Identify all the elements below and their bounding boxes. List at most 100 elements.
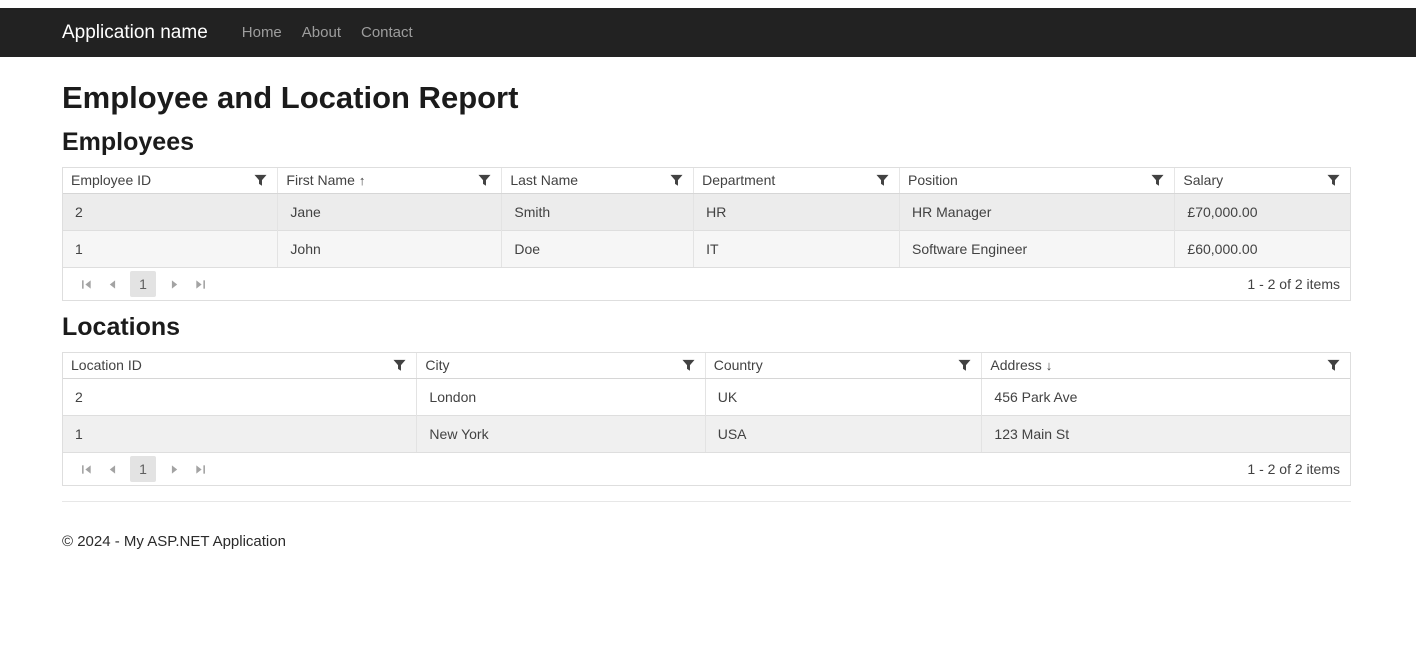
col-header-address[interactable]: Address ↓ <box>982 353 1350 378</box>
col-header-department[interactable]: Department <box>694 168 900 193</box>
locations-header-row: Location ID City <box>63 353 1350 378</box>
filter-button-location-id[interactable] <box>391 358 408 373</box>
col-header-city[interactable]: City <box>417 353 705 378</box>
previous-page-button[interactable] <box>99 271 125 297</box>
cell-salary: £70,000.00 <box>1175 193 1350 230</box>
filter-funnel-icon <box>958 359 971 372</box>
previous-page-button[interactable] <box>99 456 125 482</box>
nav-link-contact[interactable]: Contact <box>351 16 423 49</box>
top-navbar: Application name Home About Contact <box>0 8 1416 57</box>
locations-pager: 1 1 - 2 of 2 items <box>63 452 1350 485</box>
employees-heading: Employees <box>62 128 1351 157</box>
last-page-icon <box>194 278 207 291</box>
cell-city: London <box>417 378 705 415</box>
col-label-last-name: Last Name <box>510 172 578 188</box>
previous-page-icon <box>106 463 119 476</box>
cell-salary: £60,000.00 <box>1175 230 1350 267</box>
sort-ascending-icon: ↑ <box>359 173 366 188</box>
next-page-icon <box>168 463 181 476</box>
cell-country: UK <box>705 378 982 415</box>
filter-funnel-icon <box>670 174 683 187</box>
first-page-button[interactable] <box>73 271 99 297</box>
col-label-country: Country <box>714 357 763 373</box>
cell-first-name: Jane <box>278 193 502 230</box>
navbar-brand[interactable]: Application name <box>62 22 208 44</box>
filter-button-salary[interactable] <box>1325 173 1342 188</box>
filter-funnel-icon <box>1327 174 1340 187</box>
cell-location-id: 2 <box>63 378 417 415</box>
col-label-city: City <box>425 357 449 373</box>
col-label-department: Department <box>702 172 775 188</box>
cell-position: Software Engineer <box>900 230 1175 267</box>
first-page-button[interactable] <box>73 456 99 482</box>
filter-funnel-icon <box>393 359 406 372</box>
first-page-icon <box>80 278 93 291</box>
employees-table-row: 1 John Doe IT Software Engineer £60,000.… <box>63 230 1350 267</box>
col-header-salary[interactable]: Salary <box>1175 168 1350 193</box>
filter-button-city[interactable] <box>680 358 697 373</box>
col-header-first-name[interactable]: First Name ↑ <box>278 168 502 193</box>
filter-button-department[interactable] <box>874 173 891 188</box>
cell-first-name: John <box>278 230 502 267</box>
previous-page-icon <box>106 278 119 291</box>
filter-button-address[interactable] <box>1325 358 1342 373</box>
cell-employee-id: 1 <box>63 230 278 267</box>
filter-button-first-name[interactable] <box>476 173 493 188</box>
filter-funnel-icon <box>682 359 695 372</box>
col-label-location-id: Location ID <box>71 357 142 373</box>
locations-grid: Location ID City <box>62 352 1351 486</box>
employees-pager: 1 1 - 2 of 2 items <box>63 267 1350 300</box>
last-page-button[interactable] <box>187 271 213 297</box>
cell-position: HR Manager <box>900 193 1175 230</box>
cell-last-name: Smith <box>502 193 694 230</box>
pager-info: 1 - 2 of 2 items <box>1247 461 1340 477</box>
filter-funnel-icon <box>1327 359 1340 372</box>
next-page-button[interactable] <box>161 271 187 297</box>
filter-funnel-icon <box>876 174 889 187</box>
pager-info: 1 - 2 of 2 items <box>1247 276 1340 292</box>
col-header-location-id[interactable]: Location ID <box>63 353 417 378</box>
filter-button-country[interactable] <box>956 358 973 373</box>
col-label-position: Position <box>908 172 958 188</box>
sort-descending-icon: ↓ <box>1046 358 1053 373</box>
col-label-employee-id: Employee ID <box>71 172 151 188</box>
cell-address: 123 Main St <box>982 415 1350 452</box>
filter-funnel-icon <box>478 174 491 187</box>
cell-address: 456 Park Ave <box>982 378 1350 415</box>
nav-link-about[interactable]: About <box>292 16 351 49</box>
cell-country: USA <box>705 415 982 452</box>
filter-button-last-name[interactable] <box>668 173 685 188</box>
footer-copyright: © 2024 - My ASP.NET Application <box>62 517 1351 574</box>
current-page-indicator[interactable]: 1 <box>130 271 156 297</box>
last-page-icon <box>194 463 207 476</box>
first-page-icon <box>80 463 93 476</box>
page-title: Employee and Location Report <box>62 80 1351 116</box>
footer-divider <box>62 501 1351 502</box>
locations-heading: Locations <box>62 313 1351 342</box>
next-page-button[interactable] <box>161 456 187 482</box>
col-label-salary: Salary <box>1183 172 1223 188</box>
filter-button-position[interactable] <box>1149 173 1166 188</box>
col-header-position[interactable]: Position <box>900 168 1175 193</box>
next-page-icon <box>168 278 181 291</box>
employees-table-row: 2 Jane Smith HR HR Manager £70,000.00 <box>63 193 1350 230</box>
locations-table-row: 2 London UK 456 Park Ave <box>63 378 1350 415</box>
col-header-employee-id[interactable]: Employee ID <box>63 168 278 193</box>
filter-button-employee-id[interactable] <box>252 173 269 188</box>
employees-header-row: Employee ID First Name ↑ <box>63 168 1350 193</box>
cell-employee-id: 2 <box>63 193 278 230</box>
locations-table-row: 1 New York USA 123 Main St <box>63 415 1350 452</box>
cell-location-id: 1 <box>63 415 417 452</box>
cell-last-name: Doe <box>502 230 694 267</box>
col-label-first-name: First Name <box>286 172 354 188</box>
col-header-last-name[interactable]: Last Name <box>502 168 694 193</box>
col-header-country[interactable]: Country <box>705 353 982 378</box>
nav-link-home[interactable]: Home <box>232 16 292 49</box>
cell-department: IT <box>694 230 900 267</box>
main-content: Employee and Location Report Employees E… <box>0 80 1416 574</box>
current-page-indicator[interactable]: 1 <box>130 456 156 482</box>
filter-funnel-icon <box>254 174 267 187</box>
last-page-button[interactable] <box>187 456 213 482</box>
filter-funnel-icon <box>1151 174 1164 187</box>
employees-grid: Employee ID First Name ↑ <box>62 167 1351 301</box>
